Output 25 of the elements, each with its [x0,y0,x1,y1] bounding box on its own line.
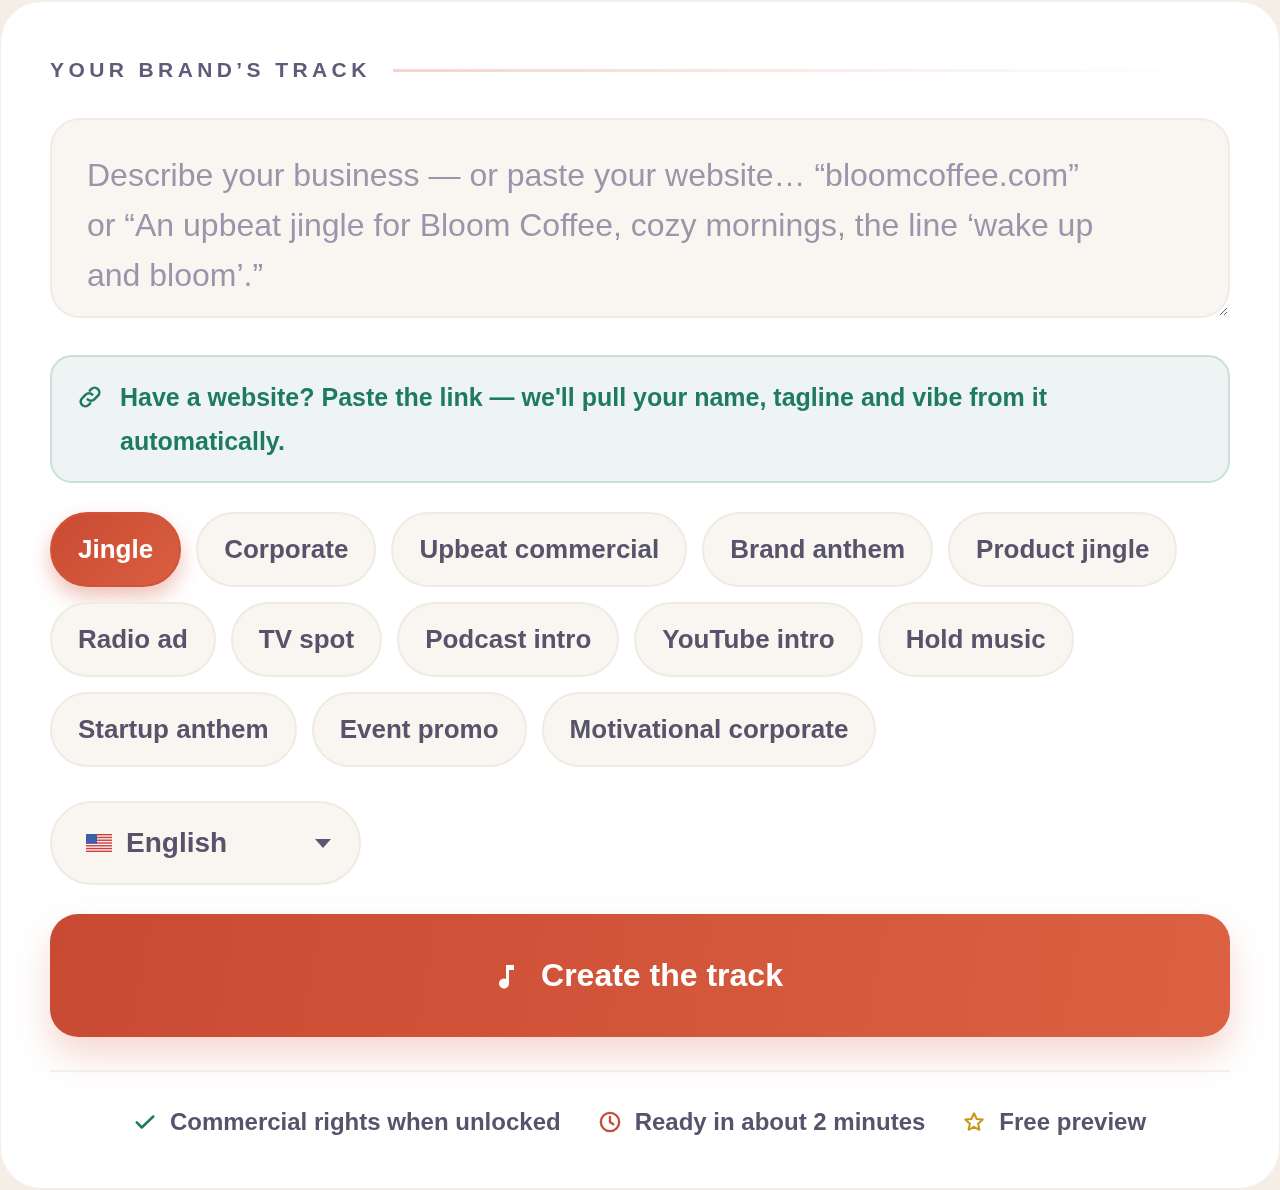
caret-icon [315,838,331,848]
style-chip[interactable]: Startup anthem [50,692,297,767]
perk-text: Ready in about 2 minutes [634,1108,926,1136]
style-chip[interactable]: TV spot [230,602,383,677]
hint-text: Have a website? Paste the link — we'll pull your name, tagline and vibe from it automatically. [120,382,1048,457]
style-chip[interactable]: Corporate [196,512,377,587]
flag-icon [86,834,112,852]
style-chip[interactable]: Motivational corporate [541,692,877,767]
music-note-icon [497,962,516,989]
style-chip[interactable]: Radio ad [50,602,216,677]
section-title: YOUR BRAND’S TRACK [50,58,371,82]
link-icon [76,383,104,411]
style-chip[interactable]: Podcast intro [397,602,620,677]
style-chip[interactable]: Product jingle [948,512,1178,587]
create-track-button[interactable]: Create the track [50,914,1230,1037]
language-select[interactable]: English [50,801,361,885]
description-field[interactable]: Describe your business — or paste your website… “bloomcoffee.com” or “An upbeat jingle for Bloom Coffee, cozy mornings, the line ‘wake up and bloom’.” [50,118,1230,318]
style-chip[interactable]: Hold music [877,602,1074,677]
perk-text: Commercial rights when unlocked [169,1108,561,1136]
style-chip[interactable]: Event promo [311,692,527,767]
style-chip[interactable]: YouTube intro [634,602,863,677]
style-chip[interactable]: Upbeat commercial [391,512,688,587]
perk-text: Free preview [999,1108,1147,1136]
style-chip[interactable]: Jingle [50,512,182,587]
style-chip[interactable]: Brand anthem [702,512,934,587]
